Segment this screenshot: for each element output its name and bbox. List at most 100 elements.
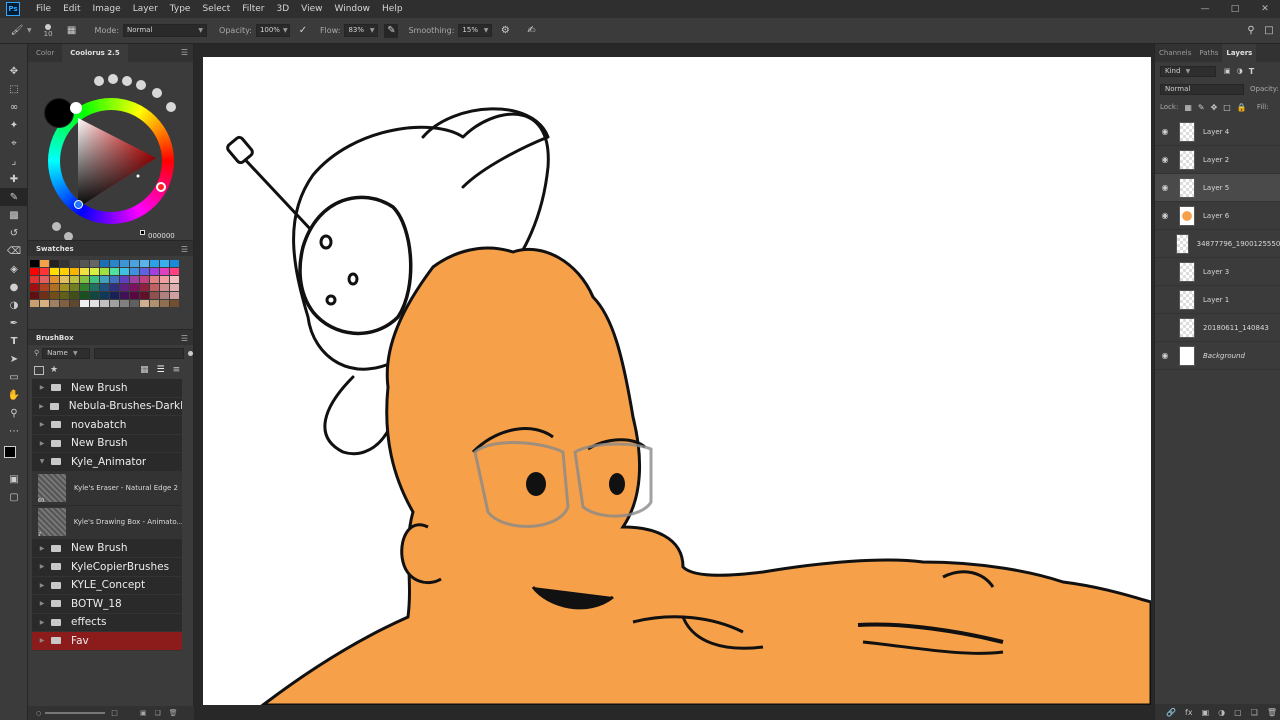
brush-tool-icon[interactable]: ✎ — [0, 188, 28, 206]
mini-swatch-circle[interactable] — [152, 88, 162, 98]
tab-layers[interactable]: Layers — [1222, 44, 1257, 62]
color-swatch[interactable] — [80, 260, 89, 267]
color-swatch[interactable] — [100, 292, 109, 299]
brush-tool-icon[interactable]: 🖌 — [10, 24, 24, 38]
color-swatch[interactable] — [160, 292, 169, 299]
color-swatch[interactable] — [90, 268, 99, 275]
color-swatch[interactable] — [80, 268, 89, 275]
lock-transparency-icon[interactable]: ▦ — [1184, 103, 1192, 112]
color-chips[interactable] — [0, 440, 27, 470]
brush-preset-item[interactable]: 60 Kyle's Eraser - Natural Edge 2 — [32, 471, 182, 506]
eraser-tool-icon[interactable]: ⌫ — [0, 242, 28, 260]
lock-all-icon[interactable]: 🔒 — [1237, 103, 1247, 112]
visibility-eye-icon[interactable]: ◉ — [1157, 183, 1173, 192]
color-swatch[interactable] — [140, 260, 149, 267]
type-filter-icon[interactable]: T — [1249, 67, 1254, 76]
color-swatch[interactable] — [80, 276, 89, 283]
mode-select[interactable]: Normal ▼ — [123, 24, 208, 37]
size-slider-icon[interactable]: ○ — [36, 710, 41, 717]
color-swatch[interactable] — [120, 284, 129, 291]
brush-folder-item[interactable]: ▶ Nebula-Brushes-DarkDe — [32, 397, 182, 416]
magic-wand-tool-icon[interactable]: ✦ — [0, 116, 28, 134]
brush-folder-item[interactable]: ▼ Kyle_Animator — [32, 453, 182, 472]
color-swatch[interactable] — [60, 284, 69, 291]
color-swatch[interactable] — [110, 268, 119, 275]
trash-icon[interactable]: 🗑 — [1267, 708, 1277, 717]
mini-swatch-circle[interactable] — [166, 102, 176, 112]
color-swatch[interactable] — [80, 284, 89, 291]
menu-3d[interactable]: 3D — [271, 0, 296, 18]
color-swatch[interactable] — [90, 284, 99, 291]
visibility-eye-icon[interactable]: ◉ — [1157, 211, 1173, 220]
color-swatch[interactable] — [160, 300, 169, 307]
color-swatch[interactable] — [130, 284, 139, 291]
color-swatch[interactable] — [140, 284, 149, 291]
color-swatch[interactable] — [130, 260, 139, 267]
color-swatch[interactable] — [110, 260, 119, 267]
color-swatch[interactable] — [130, 268, 139, 275]
kind-filter-select[interactable]: Kind ▼ — [1160, 65, 1216, 77]
rectangle-tool-icon[interactable]: ▭ — [0, 368, 28, 386]
list-view-icon[interactable]: ☰ — [157, 365, 165, 375]
color-swatch[interactable] — [60, 292, 69, 299]
color-swatch[interactable] — [70, 276, 79, 283]
hand-tool-icon[interactable]: ✋ — [0, 386, 28, 404]
color-swatch[interactable] — [120, 300, 129, 307]
dodge-tool-icon[interactable]: ◑ — [0, 296, 28, 314]
color-swatch[interactable] — [60, 260, 69, 267]
brush-folder-item[interactable]: ▶ New Brush — [32, 539, 182, 558]
color-swatch[interactable] — [40, 276, 49, 283]
brush-folder-item[interactable]: ▶ Fav — [32, 632, 182, 651]
layer-row[interactable]: ◉ Layer 5 — [1155, 174, 1280, 202]
visibility-eye-icon[interactable]: ◉ — [1157, 127, 1173, 136]
tab-brushbox[interactable]: BrushBox — [28, 330, 82, 346]
color-swatch[interactable] — [110, 300, 119, 307]
layer-row[interactable]: ◉ Layer 4 — [1155, 118, 1280, 146]
panel-menu-icon[interactable]: ☰ — [181, 48, 188, 57]
layer-row[interactable]: Layer 3 — [1155, 258, 1280, 286]
path-selection-tool-icon[interactable]: ➤ — [0, 350, 28, 368]
color-swatch[interactable] — [140, 300, 149, 307]
brush-folder-item[interactable]: ▶ New Brush — [32, 434, 182, 453]
flow-field[interactable]: 83% ▼ — [344, 24, 379, 37]
foreground-color-swatch[interactable] — [4, 446, 16, 458]
pressure-opacity-icon[interactable]: ✓ — [296, 24, 310, 38]
blur-tool-icon[interactable]: ● — [0, 278, 28, 296]
more-tools-icon[interactable]: ⋯ — [0, 422, 28, 440]
color-swatch[interactable] — [160, 284, 169, 291]
chevron-right-icon[interactable]: ▶ — [36, 600, 48, 607]
color-swatch[interactable] — [50, 260, 59, 267]
chevron-down-icon[interactable]: ▼ — [36, 458, 48, 465]
document-canvas[interactable] — [203, 57, 1151, 705]
adjustment-filter-icon[interactable]: ◑ — [1237, 67, 1243, 75]
background-color-circle[interactable] — [70, 102, 82, 114]
color-swatch[interactable] — [70, 284, 79, 291]
workspace-icon[interactable]: □ — [1262, 24, 1276, 38]
color-swatch[interactable] — [170, 260, 179, 267]
crop-tool-icon[interactable]: ⌖ — [0, 134, 28, 152]
maximize-icon[interactable]: □ — [1220, 0, 1250, 18]
color-swatch[interactable] — [50, 276, 59, 283]
trash-icon[interactable]: 🗑 — [169, 709, 178, 717]
brush-folder-item[interactable]: ▶ BOTW_18 — [32, 595, 182, 614]
foreground-color-circle[interactable] — [44, 98, 74, 128]
color-swatch[interactable] — [40, 292, 49, 299]
brush-folder-item[interactable]: ▶ KyleCopierBrushes — [32, 558, 182, 577]
star-icon[interactable]: ★ — [50, 365, 58, 375]
color-swatch[interactable] — [140, 292, 149, 299]
paint-bucket-tool-icon[interactable]: ◈ — [0, 260, 28, 278]
eyedropper-tool-icon[interactable]: ⌟ — [0, 152, 28, 170]
color-swatch[interactable] — [150, 276, 159, 283]
gear-icon[interactable]: ⚙ — [498, 24, 512, 38]
color-swatch[interactable] — [70, 268, 79, 275]
group-folder-icon[interactable]: ▢ — [1234, 708, 1242, 717]
thumbnail-size-slider[interactable] — [45, 712, 106, 714]
brush-folder-item[interactable]: ▶ New Brush — [32, 379, 182, 398]
color-swatch[interactable] — [30, 300, 39, 307]
folder-icon[interactable]: ▣ — [140, 709, 147, 717]
color-swatch[interactable] — [160, 260, 169, 267]
color-swatch[interactable] — [150, 300, 159, 307]
mini-swatch-circle[interactable] — [136, 80, 146, 90]
color-swatch[interactable] — [60, 276, 69, 283]
color-swatch[interactable] — [150, 284, 159, 291]
